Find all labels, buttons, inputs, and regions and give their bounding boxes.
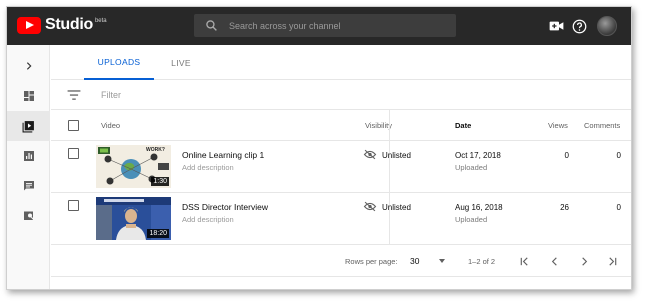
videos-icon bbox=[22, 120, 34, 132]
pagination-bar: Rows per page: 30 1–2 of 2 bbox=[51, 245, 631, 277]
column-header-date[interactable]: Date bbox=[455, 121, 471, 130]
search-box[interactable]: Search across your channel bbox=[194, 14, 456, 37]
video-thumbnail[interactable]: 18:20 bbox=[96, 197, 171, 240]
select-all-checkbox[interactable] bbox=[68, 120, 79, 131]
table-header: Video Visibility Date Views Comments bbox=[51, 110, 631, 141]
chevron-right-icon bbox=[581, 256, 587, 266]
logo-text: Studio bbox=[45, 16, 93, 33]
top-bar: Studio beta Search across your channel bbox=[7, 7, 631, 45]
table-row[interactable]: WORK? 1:30 Online Learning clip 1 Add de… bbox=[51, 141, 631, 193]
sidebar-item-dashboard[interactable] bbox=[7, 81, 50, 111]
dropdown-arrow-icon[interactable] bbox=[439, 259, 445, 263]
create-video-icon[interactable] bbox=[547, 17, 565, 35]
sidebar-item-videos[interactable] bbox=[7, 111, 50, 141]
first-page-button[interactable] bbox=[517, 254, 531, 268]
search-icon bbox=[204, 18, 219, 33]
last-page-button[interactable] bbox=[605, 254, 619, 268]
chevron-right-icon bbox=[26, 62, 31, 70]
sidebar-item-transcriptions[interactable] bbox=[7, 201, 50, 231]
video-date-status: Uploaded bbox=[455, 215, 488, 224]
rows-per-page-select[interactable]: 30 bbox=[410, 256, 419, 266]
column-header-video[interactable]: Video bbox=[101, 121, 120, 130]
video-views: 0 bbox=[564, 151, 569, 160]
svg-text:WORK?: WORK? bbox=[146, 147, 165, 153]
video-title[interactable]: DSS Director Interview bbox=[182, 202, 268, 212]
filter-input[interactable]: Filter bbox=[101, 90, 121, 100]
sidebar-item-analytics[interactable] bbox=[7, 141, 50, 171]
video-description[interactable]: Add description bbox=[182, 163, 234, 172]
page-range: 1–2 of 2 bbox=[468, 257, 496, 266]
column-header-comments[interactable]: Comments bbox=[584, 121, 620, 130]
video-description[interactable]: Add description bbox=[182, 215, 234, 224]
video-date: Aug 16, 2018 bbox=[455, 203, 503, 212]
table-row[interactable]: 18:20 DSS Director Interview Add descrip… bbox=[51, 193, 631, 245]
next-page-button[interactable] bbox=[577, 254, 591, 268]
previous-page-button[interactable] bbox=[547, 254, 561, 268]
logo-beta-badge: beta bbox=[94, 18, 107, 24]
filter-icon[interactable] bbox=[67, 89, 81, 101]
row-checkbox[interactable] bbox=[68, 200, 79, 211]
chevron-left-icon bbox=[551, 256, 557, 266]
video-duration: 1:30 bbox=[151, 177, 169, 186]
studio-logo[interactable]: Studio beta bbox=[17, 16, 107, 34]
youtube-play-icon bbox=[17, 16, 41, 34]
last-page-icon bbox=[608, 256, 616, 266]
tab-live[interactable]: LIVE bbox=[154, 45, 208, 80]
visibility-status[interactable]: Unlisted bbox=[382, 151, 411, 160]
video-duration: 18:20 bbox=[147, 229, 169, 238]
transcriptions-icon bbox=[23, 211, 34, 220]
video-comments: 0 bbox=[616, 203, 621, 212]
dashboard-icon bbox=[23, 91, 34, 101]
rows-per-page-label: Rows per page: bbox=[345, 257, 398, 266]
eye-off-icon bbox=[363, 201, 377, 212]
video-date: Oct 17, 2018 bbox=[455, 151, 501, 160]
tab-uploads[interactable]: UPLOADS bbox=[84, 45, 154, 80]
visibility-status[interactable]: Unlisted bbox=[382, 203, 411, 212]
content-tabs: UPLOADS LIVE bbox=[51, 45, 631, 80]
video-comments: 0 bbox=[616, 151, 621, 160]
sidebar-item-comments[interactable] bbox=[7, 171, 50, 201]
studio-window: Studio beta Search across your channel U… bbox=[6, 6, 632, 290]
sidebar bbox=[7, 45, 50, 289]
filter-bar: Filter bbox=[51, 80, 631, 110]
video-thumbnail[interactable]: WORK? 1:30 bbox=[96, 145, 171, 188]
row-checkbox[interactable] bbox=[68, 148, 79, 159]
video-title[interactable]: Online Learning clip 1 bbox=[182, 150, 264, 160]
search-input[interactable]: Search across your channel bbox=[229, 21, 341, 31]
analytics-icon bbox=[23, 151, 34, 161]
column-header-visibility[interactable]: Visibility bbox=[365, 121, 392, 130]
first-page-icon bbox=[520, 256, 528, 266]
video-views: 26 bbox=[560, 203, 569, 212]
video-date-status: Uploaded bbox=[455, 163, 488, 172]
column-header-views[interactable]: Views bbox=[548, 121, 568, 130]
help-icon[interactable] bbox=[570, 17, 588, 35]
eye-off-icon bbox=[363, 149, 377, 160]
account-avatar[interactable] bbox=[597, 16, 617, 36]
sidebar-expand-button[interactable] bbox=[7, 51, 50, 81]
comments-icon bbox=[23, 181, 34, 191]
